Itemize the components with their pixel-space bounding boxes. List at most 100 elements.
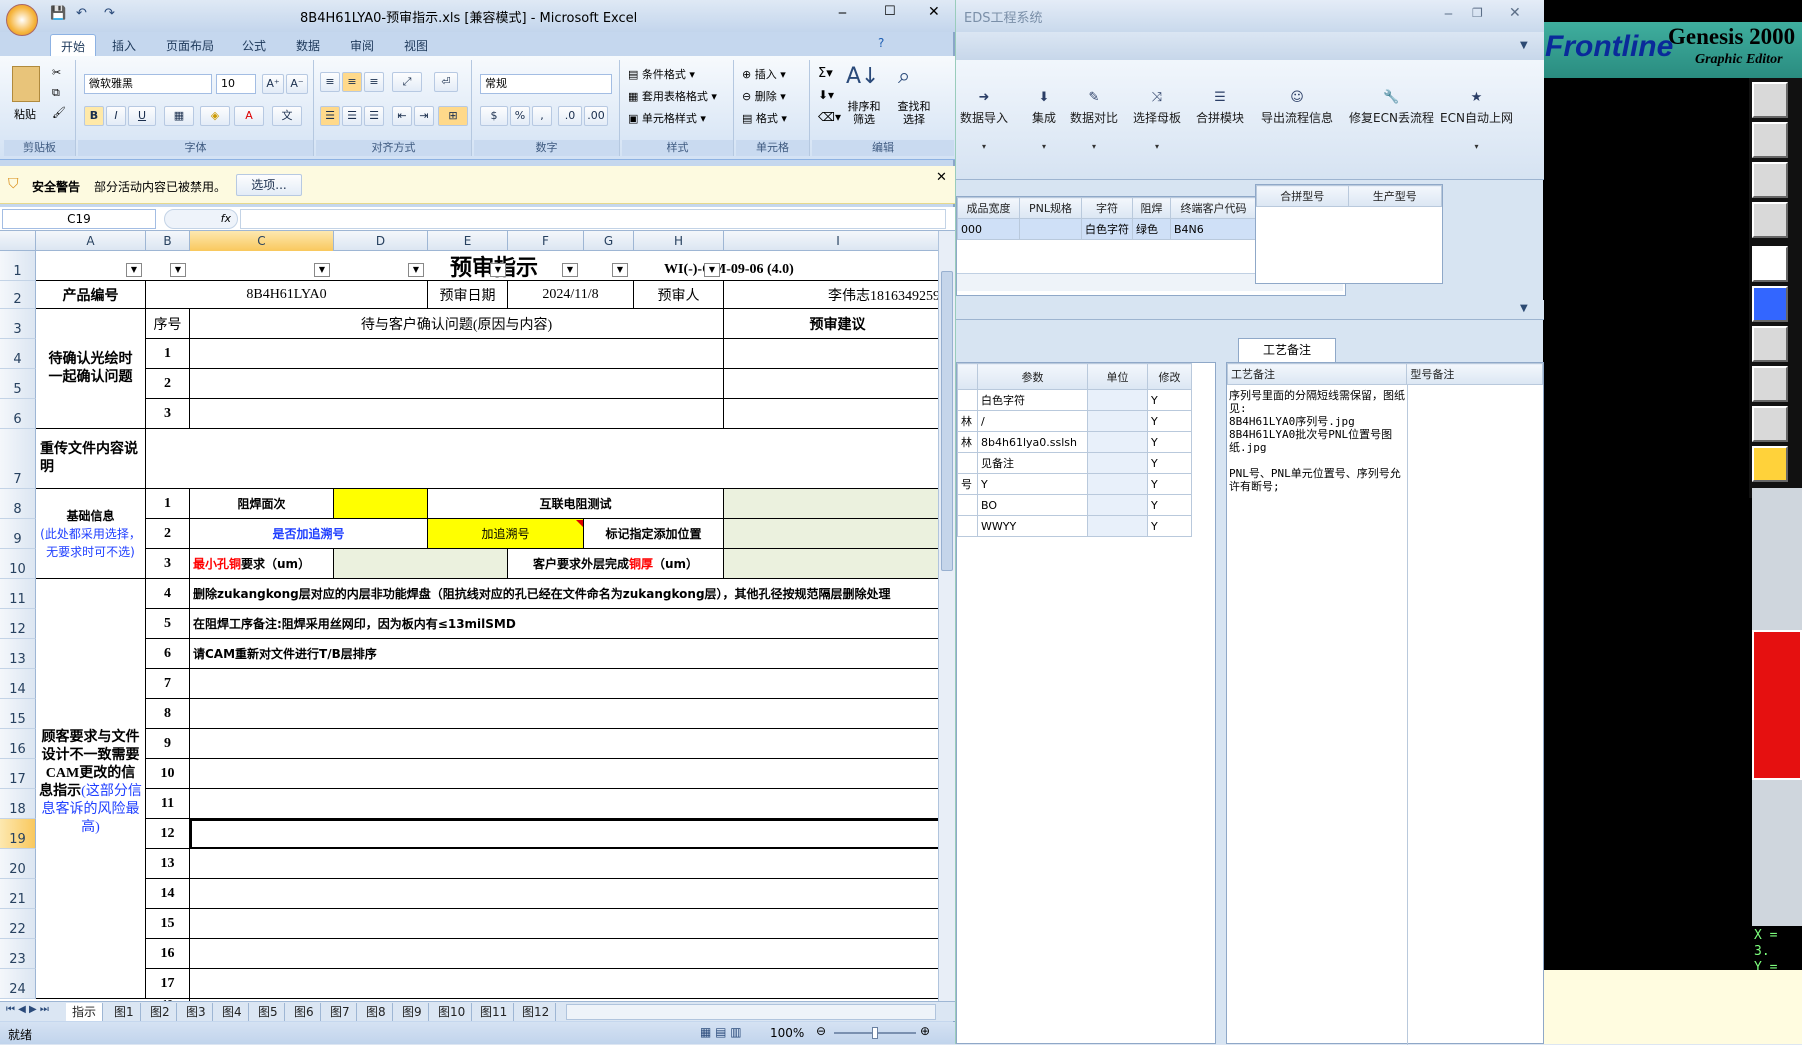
cam-note-cell[interactable] [190, 849, 952, 879]
cam-note-cell[interactable] [190, 759, 952, 789]
indent-decrease-icon[interactable]: ⇤ [392, 106, 412, 126]
worksheet-grid[interactable]: A B C D E F G H I 1 2 3 4 5 6 7 8 9 10 1… [0, 231, 955, 1001]
tab-view[interactable]: 视图 [394, 34, 438, 56]
wrap-text-icon[interactable]: ⏎ [434, 72, 458, 92]
close-icon[interactable]: ✕ [936, 170, 947, 185]
date-value[interactable]: 2024/11/8 [508, 281, 634, 309]
row-header[interactable]: 18 [0, 789, 36, 819]
select-icon[interactable] [1752, 246, 1788, 282]
align-left-icon[interactable]: ☰ [320, 106, 340, 126]
insert-cells-button[interactable]: ⊕ 插入 ▾ [742, 66, 786, 82]
paste-icon[interactable] [12, 66, 40, 102]
cam-note-cell[interactable]: 在阻焊工序备注:阻焊采用丝网印，因为板内有≤13milSMD [190, 609, 952, 639]
table-row[interactable]: 号YY [957, 473, 1192, 495]
sheet-tab[interactable]: 图11 [474, 1003, 515, 1021]
table-format-button[interactable]: ▦ 套用表格格式 ▾ [628, 88, 717, 104]
seq-cell[interactable]: 17 [146, 969, 190, 999]
table-row[interactable]: 白色字符 Y [957, 389, 1192, 411]
tab-formulas[interactable]: 公式 [232, 34, 276, 56]
col-solder[interactable]: 阻焊 [1132, 197, 1171, 219]
sheet-tab[interactable]: 图3 [180, 1003, 213, 1021]
border-icon[interactable]: ▦ [164, 106, 194, 126]
options-button[interactable]: 选项... [236, 174, 302, 196]
suggest-header[interactable]: 预审建议 [724, 309, 952, 339]
zoom-fit-icon[interactable] [1752, 162, 1788, 198]
zoom-out-icon[interactable]: ⊖ [816, 1024, 826, 1038]
row-header[interactable]: 6 [0, 399, 36, 429]
fill-icon[interactable]: ⬇▾ [818, 88, 834, 102]
row-header[interactable]: 22 [0, 909, 36, 939]
sheet-tab[interactable]: 图2 [144, 1003, 177, 1021]
export-flow-button[interactable]: ☺ 导出流程信息 [1261, 90, 1333, 126]
suggest-cell[interactable] [724, 339, 952, 369]
seq-cell[interactable]: 14 [146, 879, 190, 909]
col-char[interactable]: 字符 [1081, 197, 1133, 219]
row-header[interactable]: 5 [0, 369, 36, 399]
copy-icon[interactable]: ⧉ [52, 86, 60, 100]
fill-color-icon[interactable]: ◈ [200, 106, 230, 126]
col-craft-notes[interactable]: 工艺备注 [1226, 363, 1408, 385]
font-color-icon[interactable]: A [234, 106, 264, 126]
zoom-slider[interactable]: ⊖ ⊕ [816, 1024, 934, 1039]
column-header[interactable]: B [146, 231, 190, 251]
row-header[interactable]: 12 [0, 609, 36, 639]
suggest-cell[interactable] [724, 369, 952, 399]
select-motherboard-button[interactable]: ⤨ 选择母板 ▾ [1133, 90, 1181, 151]
decrease-decimal-icon[interactable]: .00 [584, 106, 608, 126]
table-row[interactable]: BO Y [957, 494, 1192, 516]
maximize-icon[interactable]: ☐ [884, 4, 896, 19]
cam-change-label[interactable]: 顾客要求与文件设计不一致需要CAM更改的信息指示(这部分信息客诉的风险最高) [36, 579, 146, 999]
cond-format-button[interactable]: ▤ 条件格式 ▾ [628, 66, 695, 82]
row-header[interactable]: 23 [0, 939, 36, 969]
layers-icon[interactable] [1752, 202, 1788, 238]
view-normal-icon[interactable]: ▦ ▤ ▥ [700, 1025, 742, 1039]
row-header[interactable]: 20 [0, 849, 36, 879]
row-header[interactable]: 1 [0, 251, 36, 281]
column-header[interactable]: C [190, 231, 334, 251]
tab-review[interactable]: 审阅 [340, 34, 384, 56]
seq-header[interactable]: 序号 [146, 309, 190, 339]
column-header[interactable]: A [36, 231, 146, 251]
phonetic-icon[interactable]: 文 [272, 106, 302, 126]
cam-note-cell[interactable] [190, 909, 952, 939]
tab-data[interactable]: 数据 [286, 34, 330, 56]
issue-cell[interactable] [190, 399, 724, 429]
sheet-tab[interactable]: 图1 [108, 1003, 141, 1021]
row-header[interactable]: 14 [0, 669, 36, 699]
sheet-tab[interactable]: 图8 [360, 1003, 393, 1021]
column-header[interactable]: I [724, 231, 952, 251]
fx-icon[interactable]: fx [164, 209, 238, 229]
seq-cell[interactable]: 11 [146, 789, 190, 819]
seq-cell[interactable]: 1 [146, 489, 190, 519]
close-icon[interactable]: ✕ [1509, 5, 1521, 21]
date-label[interactable]: 预审日期 [428, 281, 508, 309]
integrate-button[interactable]: ⬇ 集成 ▾ [1032, 90, 1056, 151]
filter-dropdown-icon[interactable]: ▼ [408, 263, 424, 277]
align-top-icon[interactable]: ≡ [320, 72, 340, 92]
increase-decimal-icon[interactable]: .0 [558, 106, 582, 126]
cut-icon[interactable]: ✂ [52, 66, 61, 79]
sheet-tab[interactable]: 图5 [252, 1003, 285, 1021]
fix-ecn-button[interactable]: 🔧 修复ECN丢流程 [1349, 90, 1434, 126]
chevron-down-icon[interactable]: ▼ [1520, 40, 1528, 51]
paste-label[interactable]: 粘贴 [14, 106, 36, 122]
align-bottom-icon[interactable]: ≡ [364, 72, 384, 92]
tab-page-layout[interactable]: 页面布局 [156, 34, 224, 56]
solder-sides-label[interactable]: 阻焊面次 [190, 489, 334, 519]
sheet-tab[interactable]: 指示 [66, 1003, 104, 1021]
bold-icon[interactable]: B [84, 106, 104, 126]
format-painter-icon[interactable]: 🖌 [52, 106, 66, 119]
align-middle-icon[interactable]: ≡ [342, 72, 362, 92]
shape-icon[interactable] [1752, 366, 1788, 402]
seq-cell[interactable]: 2 [146, 519, 190, 549]
issue-cell[interactable] [190, 339, 724, 369]
seq-cell[interactable]: 3 [146, 399, 190, 429]
row-header[interactable]: 10 [0, 549, 36, 579]
pointer-icon[interactable] [1752, 446, 1788, 482]
zoom-level[interactable]: 100% [770, 1026, 804, 1040]
seq-cell[interactable]: 7 [146, 669, 190, 699]
col-modify[interactable]: 修改 [1147, 363, 1192, 390]
table-row[interactable]: 林 8b4h61lya0.sslsh Y [957, 431, 1192, 453]
tab-craft-notes[interactable]: 工艺备注 [1238, 338, 1336, 362]
cam-note-cell[interactable] [190, 939, 952, 969]
